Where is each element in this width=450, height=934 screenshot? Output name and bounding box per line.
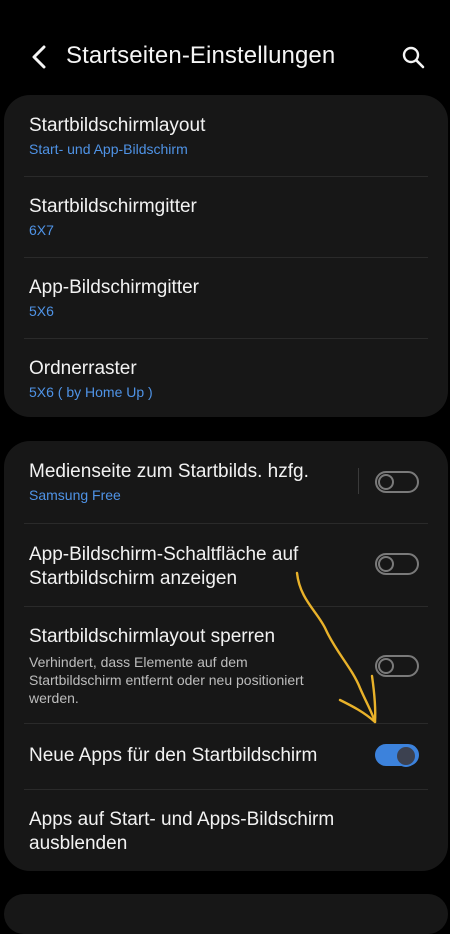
- add-new-apps-toggle[interactable]: [375, 744, 419, 767]
- setting-apps-screen-grid[interactable]: App-Bildschirmgitter 5X6: [4, 257, 448, 338]
- toggle-knob: [395, 745, 417, 767]
- settings-group-layout: Startbildschirmlayout Start- und App-Bil…: [4, 95, 448, 417]
- settings-group-options: Medienseite zum Startbilds. hzfg. Samsun…: [4, 441, 448, 871]
- setting-folder-grid[interactable]: Ordnerraster 5X6 ( by Home Up ): [4, 338, 448, 417]
- setting-title: Ordnerraster: [29, 358, 137, 379]
- setting-title: Startbildschirmlayout: [29, 115, 206, 136]
- toggle-knob: [378, 658, 394, 674]
- lock-layout-toggle[interactable]: [375, 655, 419, 677]
- setting-title: Medienseite zum Startbilds. hzfg.: [29, 461, 309, 482]
- setting-hide-apps[interactable]: Apps auf Start- und Apps-Bildschirm ausb…: [4, 789, 448, 871]
- chevron-left-icon: [32, 45, 46, 69]
- setting-value: Samsung Free: [29, 487, 121, 503]
- setting-title: Startbildschirmlayout sperren: [29, 626, 276, 647]
- search-icon: [402, 46, 425, 69]
- setting-title: Neue Apps für den Startbildschirm: [29, 745, 318, 766]
- setting-apps-button[interactable]: App-Bildschirm-Schaltfläche auf Startbil…: [4, 523, 448, 606]
- page-title: Startseiten-Einstellungen: [66, 42, 336, 69]
- setting-title-line1: Apps auf Start- und Apps-Bildschirm: [29, 809, 335, 830]
- setting-title: App-Bildschirmgitter: [29, 277, 199, 298]
- setting-value: 5X6: [29, 303, 54, 319]
- search-button[interactable]: [400, 42, 426, 72]
- setting-value: 5X6 ( by Home Up ): [29, 384, 153, 400]
- setting-value: Start- und App-Bildschirm: [29, 141, 188, 157]
- setting-media-page[interactable]: Medienseite zum Startbilds. hzfg. Samsun…: [4, 441, 448, 523]
- setting-title-line2: Startbildschirm anzeigen: [29, 568, 238, 589]
- settings-group-more: [4, 894, 448, 934]
- setting-add-new-apps[interactable]: Neue Apps für den Startbildschirm: [4, 723, 448, 789]
- setting-title: Startbildschirmgitter: [29, 196, 197, 217]
- setting-title-line2: ausblenden: [29, 833, 128, 854]
- setting-description: Verhindert, dass Elemente auf dem Startb…: [29, 654, 304, 706]
- toggle-knob: [378, 556, 394, 572]
- setting-value: 6X7: [29, 222, 54, 238]
- media-page-toggle[interactable]: [375, 471, 419, 493]
- divider: [358, 468, 359, 494]
- setting-lock-layout[interactable]: Startbildschirmlayout sperren Verhindert…: [4, 606, 448, 723]
- setting-home-screen-layout[interactable]: Startbildschirmlayout Start- und App-Bil…: [4, 95, 448, 176]
- back-button[interactable]: [24, 40, 54, 74]
- toggle-knob: [378, 474, 394, 490]
- apps-button-toggle[interactable]: [375, 553, 419, 575]
- setting-home-screen-grid[interactable]: Startbildschirmgitter 6X7: [4, 176, 448, 257]
- setting-title-line1: App-Bildschirm-Schaltfläche auf: [29, 544, 299, 565]
